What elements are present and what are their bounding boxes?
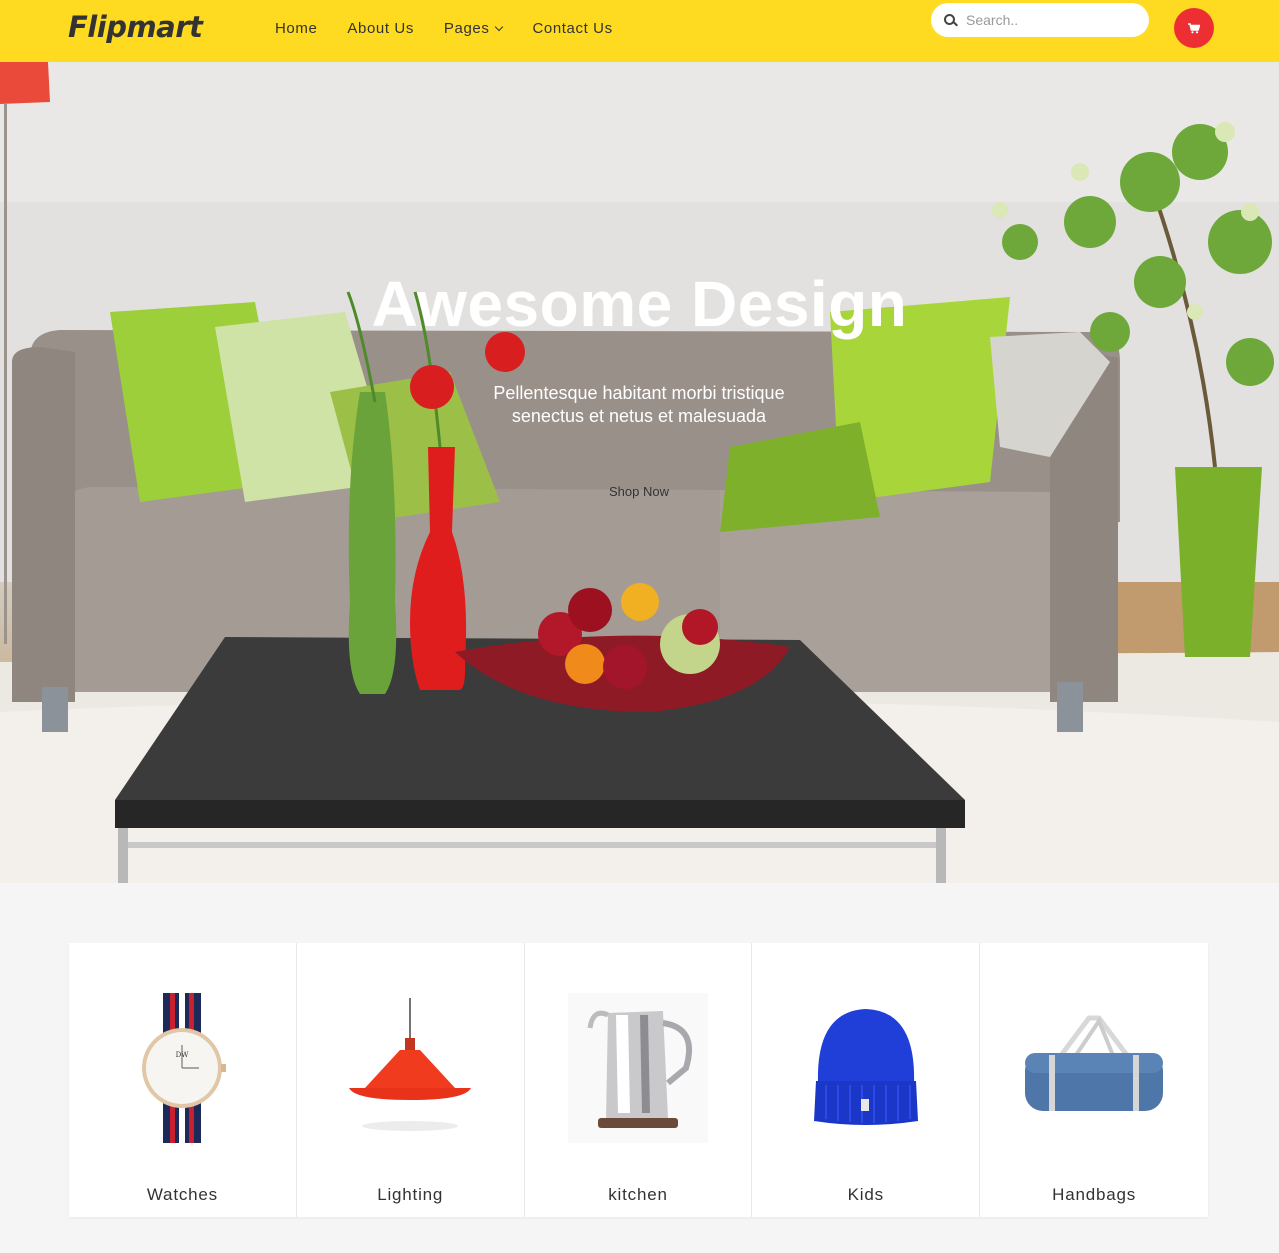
shop-now-button[interactable]: Shop Now <box>589 484 689 502</box>
nav-about[interactable]: About Us <box>347 20 414 37</box>
site-header: Flipmart Home About Us Pages Contact Us <box>0 0 1279 62</box>
search-icon[interactable] <box>944 13 957 27</box>
nav-pages[interactable]: Pages <box>443 20 504 37</box>
category-strip: DW Watches Lighting <box>69 943 1208 1217</box>
search-box <box>931 3 1149 37</box>
category-handbags[interactable]: Handbags <box>980 943 1208 1217</box>
duffel-bag-icon <box>1025 1015 1164 1111</box>
kettle-icon <box>567 993 708 1143</box>
nav-pages-label: Pages <box>443 20 490 37</box>
category-label: Watches <box>146 1185 218 1204</box>
beanie-icon <box>813 1009 918 1125</box>
category-kids[interactable]: Kids <box>752 943 981 1217</box>
search-input[interactable] <box>966 12 1126 28</box>
shopping-cart-icon <box>1188 22 1200 33</box>
lamp-icon <box>349 998 472 1131</box>
category-label: Kids <box>847 1185 884 1204</box>
hero-title: Awesome Design <box>371 268 908 340</box>
watch-icon: DW <box>142 993 227 1143</box>
logo[interactable]: Flipmart <box>68 10 203 44</box>
hero-subtitle: Pellentesque habitant morbi tristique se… <box>493 383 785 426</box>
category-label: kitchen <box>608 1185 668 1204</box>
category-kitchen[interactable]: kitchen <box>525 943 753 1217</box>
category-lighting[interactable]: Lighting <box>297 943 525 1217</box>
nav-home[interactable]: Home <box>275 20 317 37</box>
living-room-photo <box>0 62 1279 883</box>
nav-contact-label: Contact Us <box>532 20 613 37</box>
nav-contact[interactable]: Contact Us <box>532 20 612 37</box>
category-label: Handbags <box>1052 1185 1137 1204</box>
category-label: Lighting <box>377 1185 444 1204</box>
nav-home-label: Home <box>275 20 318 37</box>
category-watches[interactable]: DW Watches <box>69 943 297 1217</box>
cart-button[interactable] <box>1174 8 1214 48</box>
main-nav: Home About Us Pages Contact Us <box>275 20 643 37</box>
nav-about-label: About Us <box>347 20 414 37</box>
chevron-down-icon <box>495 22 504 31</box>
hero-banner: Awesome Design Pellentesque habitant mor… <box>0 62 1279 883</box>
